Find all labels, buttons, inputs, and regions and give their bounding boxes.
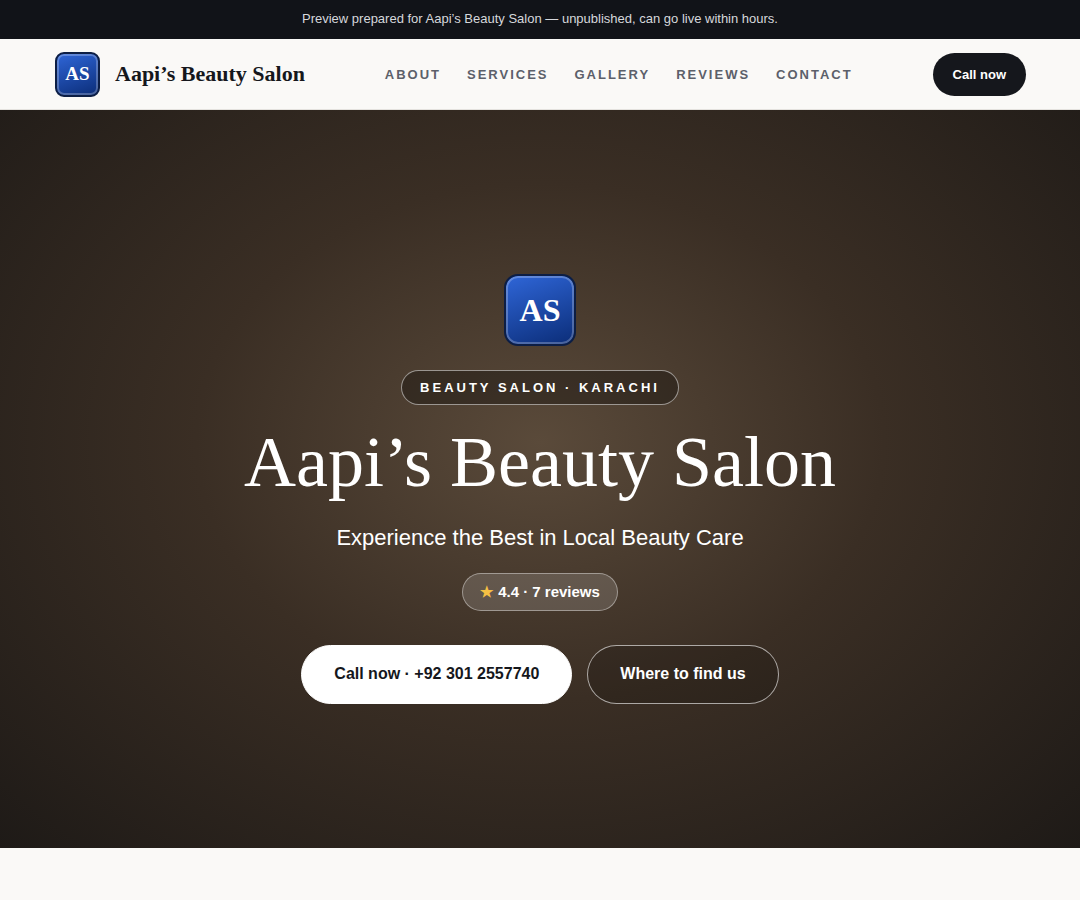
- brand[interactable]: AS Aapi’s Beauty Salon: [55, 52, 305, 97]
- page: Preview prepared for Aapi’s Beauty Salon…: [0, 0, 1080, 900]
- nav-link[interactable]: CONTACT: [776, 67, 853, 82]
- hero-title: Aapi’s Beauty Salon: [244, 423, 836, 502]
- hero-photo: AS BEAUTY SALON · KARACHI Aapi’s Beauty Sa…: [0, 110, 1080, 848]
- hero-button[interactable]: Call now · +92 301 2557740: [301, 645, 572, 704]
- nav-links: ABOUT SERVICES GALLERY REVIEWS CONTACT: [385, 67, 853, 82]
- navbar: AS Aapi’s Beauty Salon ABOUT SERVICES GALLER…: [0, 39, 1080, 110]
- preview-banner: Preview prepared for Aapi’s Beauty Salon…: [0, 0, 1080, 39]
- nav-link[interactable]: REVIEWS: [676, 67, 750, 82]
- rating-text: 4.4 · 7 reviews: [498, 583, 600, 601]
- logo-icon: AS: [504, 274, 576, 346]
- hero-subtitle: Experience the Best in Local Beauty Care: [336, 525, 743, 551]
- brand-name: Aapi’s Beauty Salon: [115, 61, 305, 87]
- nav-link[interactable]: SERVICES: [467, 67, 549, 82]
- hero-button[interactable]: Where to find us: [587, 645, 778, 704]
- logo-icon: AS: [55, 52, 100, 97]
- hero-content: AS BEAUTY SALON · KARACHI Aapi’s Beauty Sa…: [244, 254, 836, 703]
- next-section: [0, 848, 1080, 900]
- call-button[interactable]: Call now: [933, 53, 1026, 96]
- category-badge: BEAUTY SALON · KARACHI: [401, 370, 679, 405]
- nav-link[interactable]: ABOUT: [385, 67, 441, 82]
- nav-link[interactable]: GALLERY: [574, 67, 650, 82]
- hero-actions: Call now · +92 301 2557740 Where to find …: [301, 645, 778, 704]
- star-icon: ★: [480, 583, 493, 601]
- rating-pill: ★ 4.4 · 7 reviews: [462, 573, 618, 611]
